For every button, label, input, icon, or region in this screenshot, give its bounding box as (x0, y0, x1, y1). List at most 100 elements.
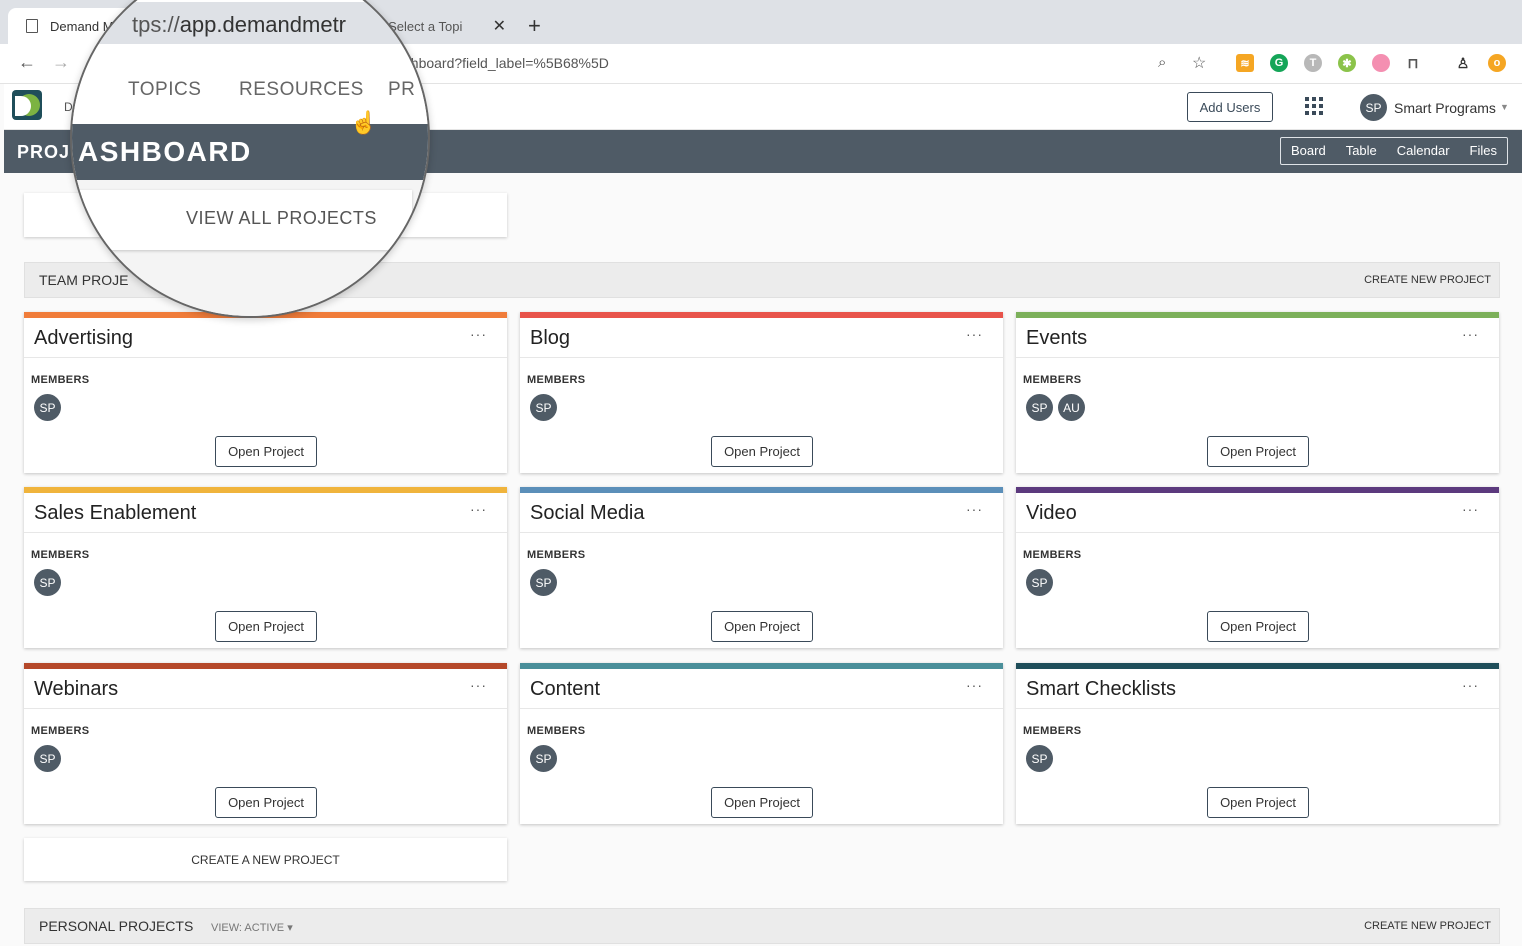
divider (1016, 532, 1499, 533)
open-project-button[interactable]: Open Project (711, 787, 813, 818)
members-label: MEMBERS (1023, 725, 1082, 737)
close-icon[interactable]: ✕ (493, 16, 506, 36)
open-project-button[interactable]: Open Project (1207, 787, 1309, 818)
member-avatar[interactable]: SP (530, 394, 557, 421)
open-project-button[interactable]: Open Project (711, 611, 813, 642)
project-card[interactable]: Blog ··· MEMBERS SP Open Project (520, 312, 1003, 473)
members-list: SP (34, 569, 61, 596)
project-title[interactable]: Webinars (34, 678, 118, 701)
new-tab-icon[interactable]: + (528, 13, 541, 39)
rss-extension-icon[interactable]: ≋ (1236, 54, 1254, 72)
nav-topics[interactable]: TOPICS (128, 79, 201, 101)
nav-pr[interactable]: PR (388, 79, 415, 101)
more-options-icon[interactable]: ··· (470, 677, 487, 693)
project-card[interactable]: Content ··· MEMBERS SP Open Project (520, 663, 1003, 824)
magnified-page-title: ASHBOARD (78, 136, 252, 167)
user-avatar[interactable]: SP (1360, 94, 1387, 121)
tab-calendar[interactable]: Calendar (1387, 138, 1460, 164)
create-new-project-link[interactable]: CREATE NEW PROJECT (1364, 274, 1491, 286)
divider (24, 532, 507, 533)
project-card[interactable]: Advertising ··· MEMBERS SP Open Project (24, 312, 507, 473)
open-project-button[interactable]: Open Project (1207, 611, 1309, 642)
document-icon (26, 19, 38, 33)
hand-cursor-icon: ☝ (350, 110, 378, 135)
project-title[interactable]: Advertising (34, 327, 133, 350)
members-list: SP (530, 394, 557, 421)
view-filter-dropdown[interactable]: VIEW: ACTIVE ▾ (211, 921, 293, 934)
view-tabs: Board Table Calendar Files (1280, 137, 1508, 165)
back-icon[interactable]: ← (18, 52, 36, 73)
tab-files[interactable]: Files (1460, 138, 1507, 164)
member-avatar[interactable]: SP (530, 745, 557, 772)
more-options-icon[interactable]: ··· (1462, 326, 1479, 342)
tab-table[interactable]: Table (1336, 138, 1387, 164)
open-project-button[interactable]: Open Project (711, 436, 813, 467)
project-title[interactable]: Video (1026, 502, 1077, 525)
open-project-button[interactable]: Open Project (1207, 436, 1309, 467)
project-title[interactable]: Events (1026, 327, 1087, 350)
view-all-projects-button[interactable]: VIEW ALL PROJECTS (72, 190, 412, 250)
page-title: PROJ (17, 142, 71, 162)
member-avatar[interactable]: SP (530, 569, 557, 596)
extension-icon[interactable]: T (1304, 54, 1322, 72)
member-avatar[interactable]: SP (1026, 394, 1053, 421)
zoom-icon[interactable]: ⌕ (1158, 54, 1166, 71)
project-card[interactable]: Social Media ··· MEMBERS SP Open Project (520, 487, 1003, 648)
divider (1016, 357, 1499, 358)
project-card[interactable]: Webinars ··· MEMBERS SP Open Project (24, 663, 507, 824)
more-options-icon[interactable]: ··· (1462, 501, 1479, 517)
view-all-projects-label: VIEW ALL PROJECTS (186, 208, 377, 228)
project-card[interactable]: Smart Checklists ··· MEMBERS SP Open Project (1016, 663, 1499, 824)
members-label: MEMBERS (527, 374, 586, 386)
create-project-label: CREATE A NEW PROJECT (191, 853, 340, 867)
more-options-icon[interactable]: ··· (966, 326, 983, 342)
members-label: MEMBERS (527, 725, 586, 737)
project-title[interactable]: Sales Enablement (34, 502, 196, 525)
pin-extension-icon[interactable]: ⊓ (1404, 54, 1422, 72)
member-avatar[interactable]: SP (34, 745, 61, 772)
more-options-icon[interactable]: ··· (966, 677, 983, 693)
more-options-icon[interactable]: ··· (470, 326, 487, 342)
demandmetric-logo[interactable] (12, 90, 42, 120)
divider (520, 708, 1003, 709)
chevron-down-icon[interactable]: ▼ (1500, 102, 1509, 112)
profile-icon[interactable]: ♙ (1454, 54, 1472, 72)
project-title[interactable]: Social Media (530, 502, 645, 525)
grammarly-extension-icon[interactable]: G (1270, 54, 1288, 72)
more-options-icon[interactable]: ··· (966, 501, 983, 517)
create-project-card[interactable]: CREATE A NEW PROJECT (24, 838, 507, 881)
members-label: MEMBERS (31, 549, 90, 561)
bug-extension-icon[interactable]: ✱ (1338, 54, 1356, 72)
members-label: MEMBERS (1023, 549, 1082, 561)
open-project-button[interactable]: Open Project (215, 787, 317, 818)
project-title[interactable]: Smart Checklists (1026, 678, 1176, 701)
open-project-button[interactable]: Open Project (215, 611, 317, 642)
member-avatar[interactable]: SP (34, 394, 61, 421)
project-card[interactable]: Events ··· MEMBERS SP AU Open Project (1016, 312, 1499, 473)
members-list: SP AU (1026, 394, 1085, 421)
member-avatar[interactable]: AU (1058, 394, 1085, 421)
member-avatar[interactable]: SP (1026, 745, 1053, 772)
pink-extension-icon[interactable] (1372, 54, 1390, 72)
divider (24, 357, 507, 358)
open-project-button[interactable]: Open Project (215, 436, 317, 467)
project-title[interactable]: Blog (530, 327, 570, 350)
add-users-button[interactable]: Add Users (1187, 92, 1273, 122)
create-new-project-link[interactable]: CREATE NEW PROJECT (1364, 920, 1491, 932)
members-list: SP (1026, 569, 1053, 596)
orange-extension-icon[interactable]: o (1488, 54, 1506, 72)
more-options-icon[interactable]: ··· (470, 501, 487, 517)
divider (1016, 708, 1499, 709)
user-name[interactable]: Smart Programs (1394, 100, 1496, 116)
nav-resources[interactable]: RESOURCES (239, 79, 364, 101)
project-card[interactable]: Sales Enablement ··· MEMBERS SP Open Project (24, 487, 507, 648)
more-options-icon[interactable]: ··· (1462, 677, 1479, 693)
project-card[interactable]: Video ··· MEMBERS SP Open Project (1016, 487, 1499, 648)
apps-grid-icon[interactable] (1305, 97, 1323, 115)
member-avatar[interactable]: SP (34, 569, 61, 596)
member-avatar[interactable]: SP (1026, 569, 1053, 596)
forward-icon[interactable]: → (52, 52, 70, 73)
tab-board[interactable]: Board (1281, 138, 1336, 164)
bookmark-star-icon[interactable]: ☆ (1192, 53, 1206, 73)
project-title[interactable]: Content (530, 678, 600, 701)
